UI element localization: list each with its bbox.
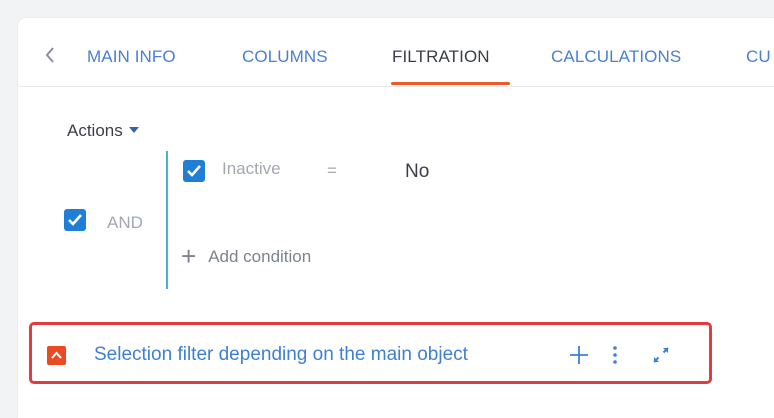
condition-value[interactable]: No (405, 161, 429, 183)
actions-label: Actions (67, 121, 123, 140)
group-operator-label[interactable]: AND (107, 213, 143, 233)
condition-field[interactable]: Inactive (222, 159, 281, 179)
tab-filtration[interactable]: FILTRATION (392, 47, 490, 67)
tab-calculations[interactable]: CALCULATIONS (551, 47, 681, 67)
add-condition-button[interactable]: + Add condition (181, 241, 312, 271)
condition-checkbox[interactable] (183, 160, 205, 182)
add-condition-label: Add condition (208, 247, 312, 266)
caret-down-icon (128, 126, 139, 133)
actions-dropdown[interactable]: Actions (67, 121, 139, 141)
plus-icon[interactable] (568, 344, 590, 371)
plus-icon: + (181, 241, 197, 271)
checkmark-icon (68, 214, 82, 226)
expand-icon[interactable] (651, 345, 671, 370)
checkmark-icon (187, 165, 201, 177)
condition-operator[interactable]: = (327, 161, 337, 181)
filter-panel: MAIN INFO COLUMNS FILTRATION CALCULATION… (18, 18, 774, 418)
group-checkbox[interactable] (64, 209, 86, 231)
active-tab-indicator (391, 82, 510, 85)
tab-bar: MAIN INFO COLUMNS FILTRATION CALCULATION… (18, 18, 774, 87)
tab-columns[interactable]: COLUMNS (242, 47, 328, 67)
more-vertical-icon[interactable] (611, 345, 619, 370)
tab-cu[interactable]: CU (746, 47, 771, 67)
chevron-left-icon[interactable] (44, 46, 58, 64)
collapse-icon[interactable] (47, 346, 66, 365)
tab-main-info[interactable]: MAIN INFO (87, 47, 176, 67)
group-bracket-line (166, 151, 168, 289)
selection-filter-title[interactable]: Selection filter depending on the main o… (94, 344, 468, 366)
